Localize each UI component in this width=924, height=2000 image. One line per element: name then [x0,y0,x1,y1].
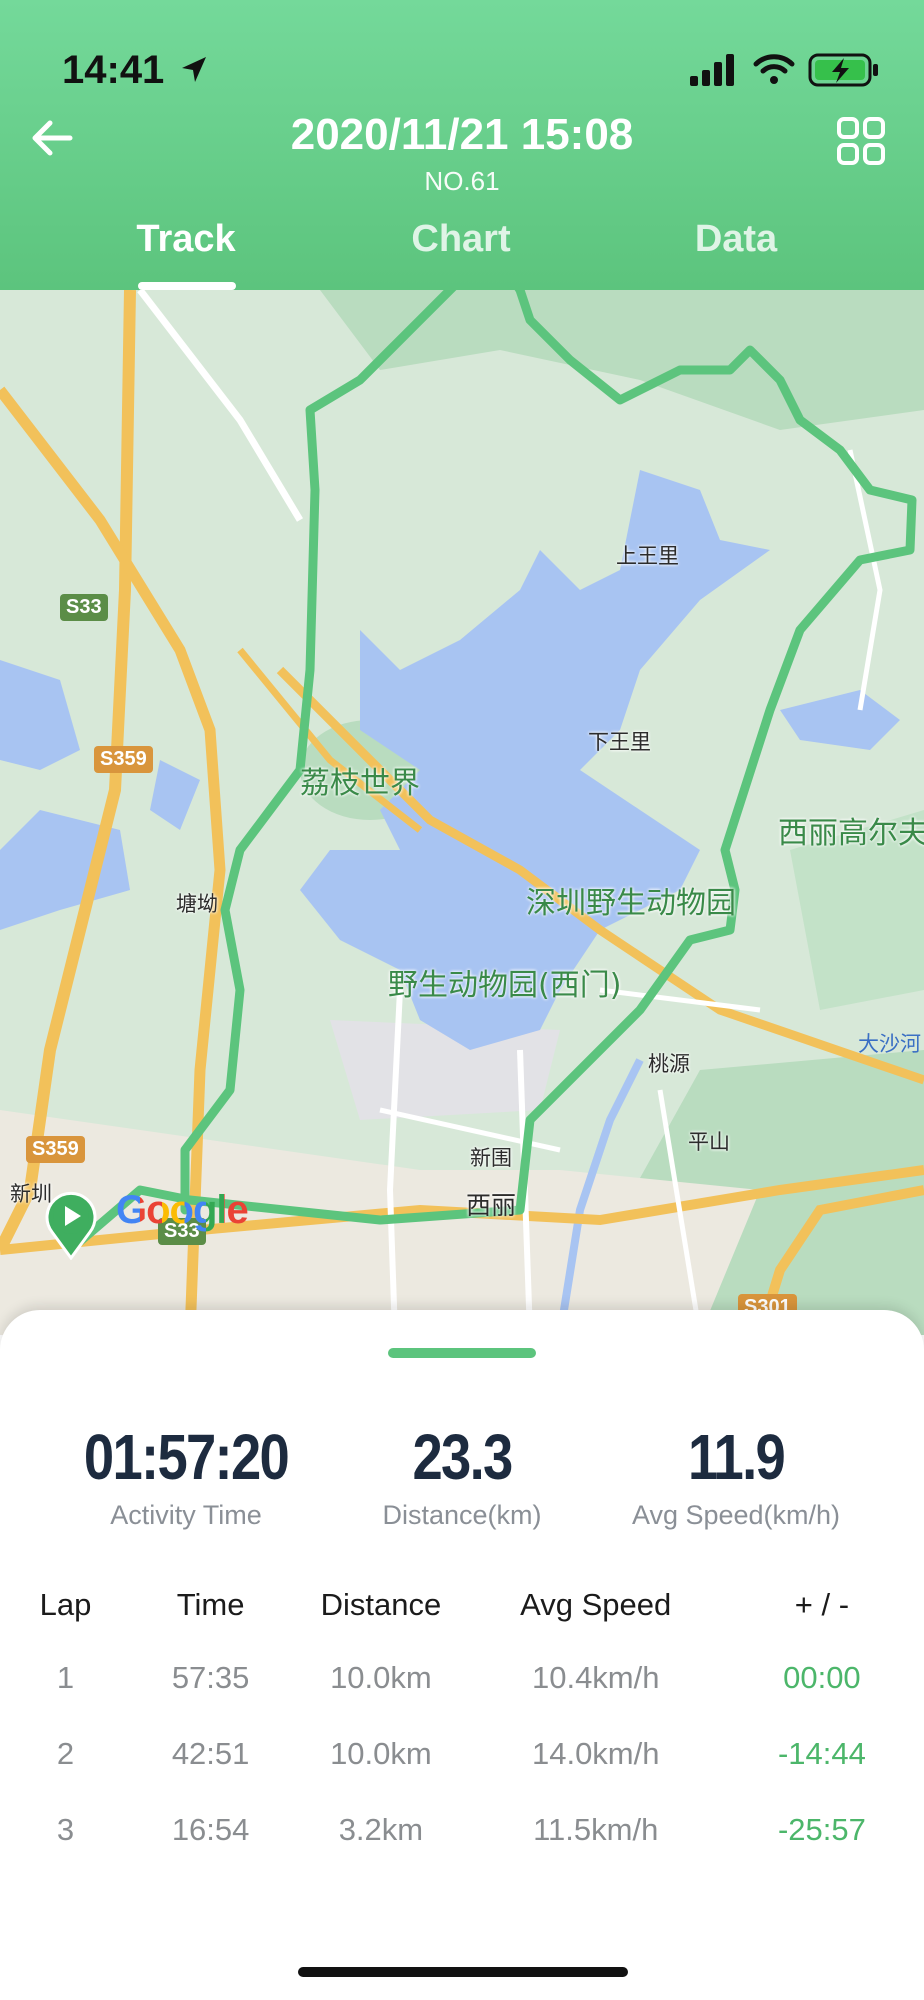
tab-chart[interactable]: Chart [361,218,561,261]
stat-distance: 23.3 Distance(km) [312,1420,612,1531]
active-tab-indicator [138,282,236,290]
lap-number: 3 [56,1812,75,1847]
lap-distance: 10.0km [330,1736,432,1771]
stat-label: Avg Speed(km/h) [631,1500,841,1530]
map-label-shangwangli: 上王里 [616,544,679,568]
laps-table: Lap Time Distance Avg Speed + / - 1 57:3… [20,1570,904,1868]
lap-avg-speed: 14.0km/h [531,1736,660,1771]
page-title: 2020/11/21 15:08 [290,110,634,159]
lap-avg-speed: 10.4km/h [531,1660,660,1695]
lap-time: 16:54 [171,1812,250,1847]
activity-summary-sheet: 01:57:20 Activity Time 23.3 Distance(km)… [0,1310,924,2000]
google-logo-text: Google [116,1188,249,1232]
status-time: 14:41 [62,48,165,92]
col-avg-speed: Avg Speed [520,1587,672,1622]
lap-time: 57:35 [171,1660,250,1695]
tab-data[interactable]: Data [636,218,836,261]
map-label-tangao: 塘坳 [176,892,218,916]
map-label-taoyuan: 桃源 [648,1052,690,1076]
cellular-signal-icon [688,52,738,93]
google-attribution-logo: Google [116,1188,249,1233]
lap-delta: 00:00 [783,1660,861,1695]
stat-label: Distance(km) [382,1500,542,1530]
stat-avg-speed: 11.9 Avg Speed(km/h) [586,1420,886,1531]
stat-activity-time: 01:57:20 Activity Time [36,1420,336,1531]
lap-delta: -14:44 [777,1736,866,1771]
table-row: 2 42:51 10.0km 14.0km/h -14:44 [20,1716,904,1792]
lap-distance: 10.0km [330,1660,432,1695]
col-time: Time [176,1587,245,1622]
col-delta: + / - [794,1587,850,1622]
road-shield-s33: S33 [60,594,108,621]
stat-value: 01:57:20 [83,1421,290,1493]
sheet-drag-handle[interactable] [388,1348,536,1358]
map-label-xili: 西丽 [466,1191,517,1220]
road-shield-s359-south: S359 [26,1136,85,1163]
tab-track[interactable]: Track [86,218,286,261]
activity-number: NO.61 [424,166,500,196]
col-distance: Distance [320,1587,442,1622]
map-label-dashahe: 大沙河 [858,1032,921,1056]
map-label-zoo: 深圳野生动物园 [526,886,736,921]
map-label-xiawangli: 下王里 [588,730,651,754]
lap-delta: -25:57 [777,1812,866,1847]
map-label-pingshan: 平山 [688,1130,730,1154]
lap-number: 2 [56,1736,75,1771]
table-row: 3 16:54 3.2km 11.5km/h -25:57 [20,1792,904,1868]
route-map[interactable]: 荔枝世界 深圳野生动物园 野生动物园(西门) 西丽高尔夫 上王里 下王里 塘坳 … [0,290,924,1335]
map-label-lizhi: 荔枝世界 [300,766,420,801]
lap-number: 1 [56,1660,75,1695]
lap-time: 42:51 [171,1736,250,1771]
map-label-xinwei: 新围 [470,1146,512,1170]
stat-label: Activity Time [110,1500,262,1530]
stat-value: 11.9 [687,1421,786,1493]
app-header: 14:41 2020/11/21 15:08 NO.61 Track Chart… [0,0,924,290]
map-label-zoo-west: 野生动物园(西门) [388,968,622,1003]
lap-avg-speed: 11.5km/h [533,1812,659,1847]
laps-header-row: Lap Time Distance Avg Speed + / - [20,1570,904,1640]
lap-distance: 3.2km [338,1812,424,1847]
grid-menu-icon[interactable] [836,116,886,171]
col-lap: Lap [39,1587,92,1622]
map-label-xili-golf: 西丽高尔夫 [778,816,924,851]
stat-value: 23.3 [412,1421,513,1493]
table-row: 1 57:35 10.0km 10.4km/h 00:00 [20,1640,904,1716]
battery-charging-icon [808,52,880,93]
location-arrow-icon [178,54,210,91]
wifi-icon [752,50,796,91]
home-indicator[interactable] [298,1967,628,1977]
road-shield-s359: S359 [94,746,153,773]
